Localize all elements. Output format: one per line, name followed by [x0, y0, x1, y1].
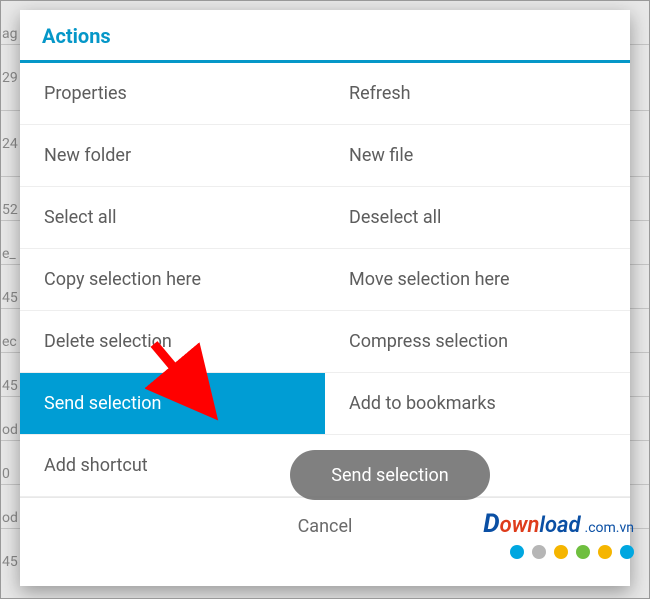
cancel-button[interactable]: Cancel — [20, 497, 630, 555]
actions-grid: Properties Refresh New folder New file S… — [20, 63, 630, 497]
action-add-shortcut[interactable]: Add shortcut — [20, 435, 325, 496]
action-add-to-bookmarks[interactable]: Add to bookmarks — [325, 373, 630, 434]
action-new-file[interactable]: New file — [325, 125, 630, 186]
action-deselect-all[interactable]: Deselect all — [325, 187, 630, 248]
action-refresh[interactable]: Refresh — [325, 63, 630, 124]
action-move-selection-here[interactable]: Move selection here — [325, 249, 630, 310]
action-select-all[interactable]: Select all — [20, 187, 325, 248]
action-empty — [325, 435, 630, 496]
action-new-folder[interactable]: New folder — [20, 125, 325, 186]
action-delete-selection[interactable]: Delete selection — [20, 311, 325, 372]
dialog-title: Actions — [20, 10, 630, 63]
action-compress-selection[interactable]: Compress selection — [325, 311, 630, 372]
action-copy-selection-here[interactable]: Copy selection here — [20, 249, 325, 310]
actions-dialog: Actions Properties Refresh New folder Ne… — [20, 10, 630, 586]
action-properties[interactable]: Properties — [20, 63, 325, 124]
action-send-selection[interactable]: Send selection — [20, 373, 325, 434]
